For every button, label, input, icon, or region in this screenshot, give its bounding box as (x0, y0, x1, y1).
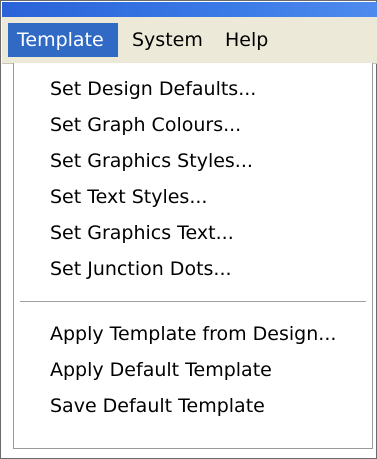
template-dropdown-menu: Set Design Defaults... Set Graph Colours… (13, 63, 373, 449)
menu-item-set-graphics-styles[interactable]: Set Graphics Styles... (20, 143, 366, 179)
menu-template[interactable]: Template (8, 23, 118, 57)
window-frame: Template System Help Set Design Defaults… (0, 0, 377, 459)
menu-item-set-design-defaults[interactable]: Set Design Defaults... (20, 71, 366, 107)
menu-system[interactable]: System (123, 23, 211, 57)
menu-bar: Template System Help (2, 17, 377, 64)
menu-item-apply-template-from-design[interactable]: Apply Template from Design... (20, 316, 366, 352)
menu-item-apply-default-template[interactable]: Apply Default Template (20, 352, 366, 388)
menu-item-save-default-template[interactable]: Save Default Template (20, 388, 366, 424)
menu-item-set-graphics-text[interactable]: Set Graphics Text... (20, 215, 366, 251)
menu-item-set-junction-dots[interactable]: Set Junction Dots... (20, 251, 366, 287)
menu-separator (20, 301, 366, 303)
menu-help[interactable]: Help (216, 23, 280, 57)
menu-item-set-text-styles[interactable]: Set Text Styles... (20, 179, 366, 215)
title-bar (2, 2, 377, 17)
menu-item-set-graph-colours[interactable]: Set Graph Colours... (20, 107, 366, 143)
